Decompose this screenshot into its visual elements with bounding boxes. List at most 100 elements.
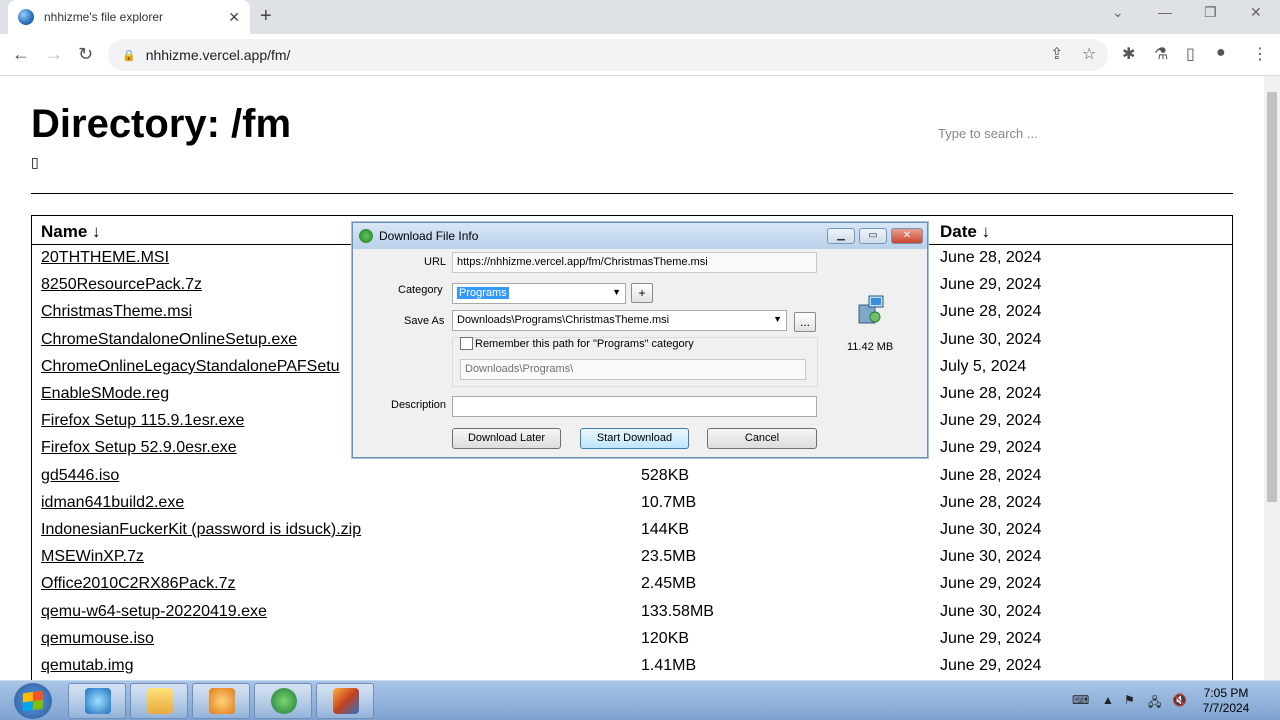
start-button[interactable] [14,683,52,719]
file-name-link[interactable]: ChristmasTheme.msi [41,303,192,321]
file-name-link[interactable]: 20THTHEME.MSI [41,249,169,267]
new-tab-button[interactable]: + [260,5,272,28]
lock-icon: 🔒 [122,49,136,62]
file-size-cell: 120KB [641,629,690,647]
folder-icon [147,688,173,714]
idm-icon [359,229,373,243]
file-date-cell: July 5, 2024 [940,357,1027,375]
dialog-minimize-button[interactable]: ▁ [827,228,855,244]
address-bar[interactable]: 🔒 nhhizme.vercel.app/fm/ [108,39,1108,71]
taskbar: ⌨ ▲ ⚑ 🖧 🔇 7:05 PM 7/7/2024 [0,680,1280,720]
file-name-link[interactable]: Firefox Setup 52.9.0esr.exe [41,439,237,457]
show-hidden-icons[interactable]: ▲ [1102,693,1114,707]
saveas-label: Save As [404,315,445,327]
file-date-cell: June 28, 2024 [940,303,1042,321]
dropdown-arrow-icon[interactable]: ▼ [612,287,621,297]
reload-icon[interactable]: ↻ [78,44,93,65]
network-icon[interactable]: 🖧 [1148,693,1161,714]
menu-icon[interactable]: ⋮ [1252,44,1268,64]
description-field[interactable] [452,396,817,417]
category-select[interactable]: Programs ▼ [452,283,626,304]
start-download-button[interactable]: Start Download [580,428,689,449]
action-center-flag-icon[interactable]: ⚑ [1124,693,1135,707]
dialog-close-button[interactable]: ✕ [891,228,923,244]
file-name-link[interactable]: IndonesianFuckerKit (password is idsuck)… [41,521,361,539]
extensions-icon[interactable]: ✱ [1122,44,1135,64]
file-date-cell: June 29, 2024 [940,575,1042,593]
taskbar-ie[interactable] [68,683,126,719]
file-date-cell: June 28, 2024 [940,466,1042,484]
clock-time: 7:05 PM [1203,686,1249,700]
labs-icon[interactable]: ⚗ [1154,44,1168,64]
forward-icon[interactable]: → [45,44,63,65]
saveas-select[interactable]: Downloads\Programs\ChristmasTheme.msi ▼ [452,310,787,331]
url-field[interactable]: https://nhhizme.vercel.app/fm/ChristmasT… [452,252,817,273]
home-link[interactable]: ▯ [31,154,39,171]
bookmark-star-icon[interactable]: ☆ [1082,44,1096,64]
dropdown-arrow-icon[interactable]: ▼ [773,314,782,324]
download-later-button[interactable]: Download Later [452,428,561,449]
date-column-header[interactable]: Date ↓ [940,222,990,242]
taskbar-media-player[interactable] [192,683,250,719]
file-date-cell: June 30, 2024 [940,548,1042,566]
volume-muted-icon[interactable]: 🔇 [1172,693,1187,707]
table-row: qemu-w64-setup-20220419.exe 133.58MB June … [32,603,1232,630]
file-name-link[interactable]: Firefox Setup 115.9.1esr.exe [41,412,244,430]
address-text[interactable]: nhhizme.vercel.app/fm/ [146,47,291,63]
browser-tab[interactable]: nhhizme's file explorer ✕ [8,0,250,34]
file-name-link[interactable]: MSEWinXP.7z [41,548,144,566]
tab-title: nhhizme's file explorer [44,10,164,24]
keyboard-icon[interactable]: ⌨ [1072,693,1089,707]
search-input[interactable]: Type to search ... [938,126,1038,141]
table-row: idman641build2.exe 10.7MB June 28, 2024 [32,494,1232,521]
profile-icon[interactable]: ● [1216,44,1226,62]
tab-search-icon[interactable]: ⌄ [1112,4,1124,21]
app-icon [333,688,359,714]
name-column-header[interactable]: Name ↓ [41,222,101,242]
browse-button[interactable]: ... [794,312,816,332]
file-size-cell: 2.45MB [641,575,697,593]
globe-icon [18,9,34,25]
dialog-maximize-button[interactable]: ▭ [859,228,887,244]
file-date-cell: June 28, 2024 [940,385,1042,402]
taskbar-idm[interactable] [254,683,312,719]
file-size: 11.42 MB [847,341,894,353]
taskbar-app[interactable] [316,683,374,719]
remember-path-label[interactable]: Remember this path for "Programs" catego… [475,338,694,350]
cancel-button[interactable]: Cancel [707,428,817,449]
taskbar-explorer[interactable] [130,683,188,719]
file-name-link[interactable]: qemumouse.iso [41,630,154,648]
back-icon[interactable]: ← [12,44,30,65]
minimize-icon[interactable]: — [1158,4,1172,20]
file-name-link[interactable]: 8250ResourcePack.7z [41,276,202,294]
ie-icon [85,688,111,714]
remember-path-checkbox[interactable] [460,337,473,350]
page-title: Directory: /fm [31,102,292,146]
file-name-link[interactable]: qemutab.img [41,657,134,675]
file-name-link[interactable]: gd5446.iso [41,467,119,485]
file-size-cell: 144KB [641,521,690,538]
share-icon[interactable]: ⇪ [1050,44,1063,64]
table-row: qemumouse.iso 120KB June 29, 2024 [32,630,1232,657]
file-date-cell: June 29, 2024 [940,412,1042,430]
file-name-link[interactable]: EnableSMode.reg [41,385,169,403]
file-name-link[interactable]: qemu-w64-setup-20220419.exe [41,603,267,621]
file-name-link[interactable]: Office2010C2RX86Pack.7z [41,575,235,593]
file-size-cell: 1.41MB [641,657,697,674]
system-clock[interactable]: 7:05 PM 7/7/2024 [1196,686,1256,716]
file-date-cell: June 30, 2024 [940,602,1042,620]
file-name-link[interactable]: ChromeOnlineLegacyStandalonePAFSetu [41,358,340,376]
scrollbar-thumb[interactable] [1267,92,1277,502]
category-label: Category [398,284,443,296]
file-name-link[interactable]: ChromeStandaloneOnlineSetup.exe [41,331,297,349]
add-category-button[interactable]: + [631,283,653,303]
default-path-field: Downloads\Programs\ [460,359,806,380]
side-panel-icon[interactable]: ▯ [1186,44,1195,64]
file-name-link[interactable]: idman641build2.exe [41,494,184,512]
close-tab-icon[interactable]: ✕ [228,9,240,26]
restore-icon[interactable]: ❐ [1204,4,1217,21]
browser-toolbar: ← → ↻ 🔒 nhhizme.vercel.app/fm/ ⇪ ☆ ✱ ⚗ ▯… [0,34,1280,76]
page-scrollbar[interactable] [1264,76,1280,680]
close-window-icon[interactable]: ✕ [1250,4,1262,21]
file-date-cell: June 29, 2024 [940,276,1042,294]
